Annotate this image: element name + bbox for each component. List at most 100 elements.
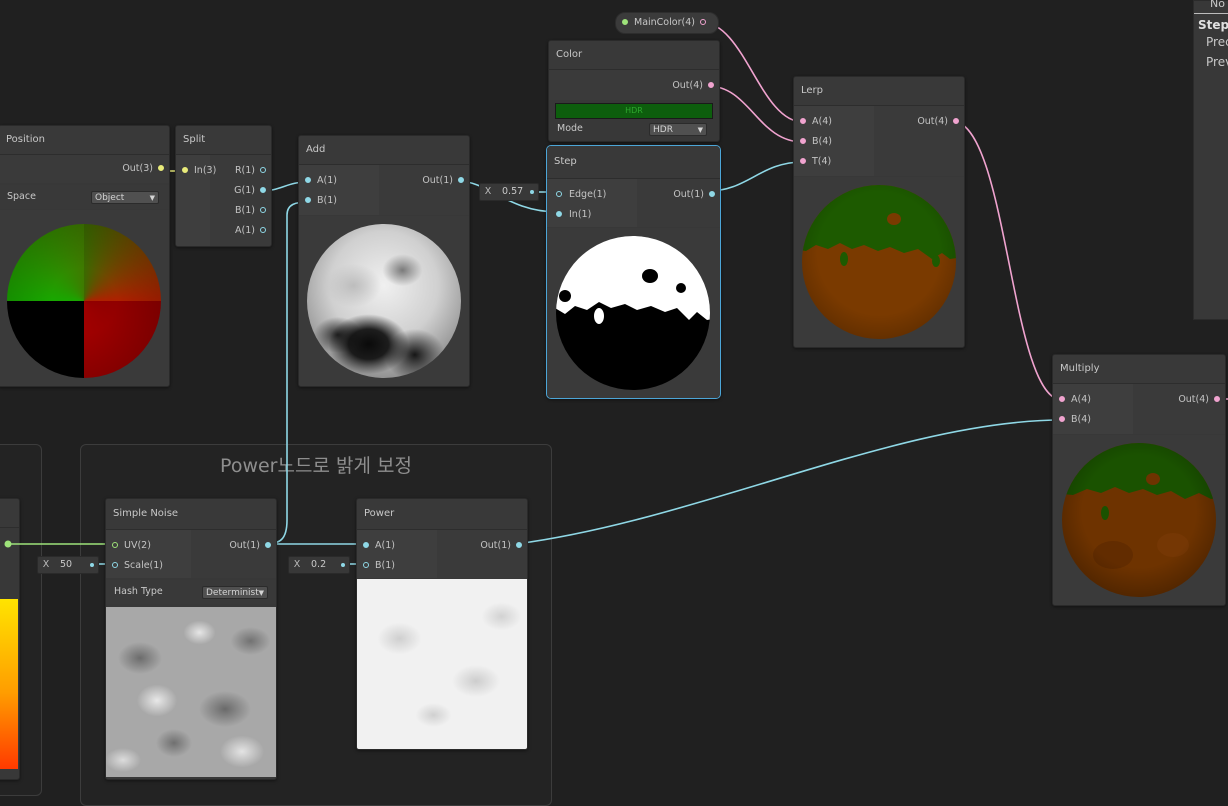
port-label: Out(1) [422, 175, 453, 186]
port-dot[interactable] [1059, 416, 1065, 422]
port-label: Out(1) [480, 540, 511, 551]
step-preview [547, 228, 720, 398]
port-label: R(1) [234, 165, 255, 176]
power-node[interactable]: Power A(1) B(1) Out(1) [356, 498, 528, 750]
inspector-tab[interactable]: No [1210, 0, 1225, 10]
port-dot[interactable] [260, 187, 266, 193]
hash-type-value: Determinist [206, 588, 259, 598]
hash-type-label: Hash Type [114, 586, 163, 597]
add-in-a[interactable]: A(1) [299, 173, 337, 189]
multiply-in-a[interactable]: A(4) [1053, 392, 1091, 408]
step-in-edge[interactable]: Edge(1) [547, 187, 606, 203]
port-dot[interactable] [708, 82, 714, 88]
step-edge-value[interactable]: X 0.57 [479, 183, 539, 201]
port-dot[interactable] [709, 191, 715, 197]
maincolor-property[interactable]: MainColor(4) [615, 12, 719, 34]
multiply-preview [1053, 435, 1225, 605]
inspector-item-precision[interactable]: Prec [1206, 35, 1228, 49]
lerp-out[interactable]: Out(4) [917, 114, 964, 130]
add-preview [299, 216, 469, 386]
port-dot[interactable] [305, 197, 311, 203]
step-node[interactable]: Step Edge(1) In(1) Out(1) [546, 145, 721, 399]
port-label: In(1) [569, 209, 592, 220]
port-dot[interactable] [265, 542, 271, 548]
port-label: B(4) [1071, 414, 1091, 425]
port-dot[interactable] [800, 118, 806, 124]
position-preview [0, 210, 169, 386]
multiply-in-b[interactable]: B(4) [1053, 412, 1091, 428]
lerp-in-t[interactable]: T(4) [794, 154, 831, 170]
port-label: Out(4) [672, 80, 703, 91]
maincolor-label: MainColor(4) [634, 17, 695, 28]
multiply-out[interactable]: Out(4) [1178, 392, 1225, 408]
multiply-preview-sphere [1062, 443, 1216, 597]
noise-out[interactable]: Out(1) [229, 538, 276, 554]
lerp-node[interactable]: Lerp A(4) B(4) T(4) Out(4) [793, 76, 965, 348]
split-out-a[interactable]: A(1) [235, 223, 271, 239]
maincolor-out-port[interactable] [700, 19, 706, 25]
partial-node-title [0, 499, 19, 528]
group-title[interactable]: Power노드로 밝게 보정 [81, 451, 551, 478]
color-node[interactable]: Color Out(4) HDR Mode HDR ▼ [548, 40, 720, 142]
noise-scale-value[interactable]: X 50 [37, 556, 99, 574]
port-dot[interactable] [260, 207, 266, 213]
port-dot[interactable] [1214, 396, 1220, 402]
space-dropdown[interactable]: Object ▼ [91, 191, 159, 204]
port-dot[interactable] [1059, 396, 1065, 402]
position-out-port[interactable]: Out(3) [122, 161, 169, 177]
graph-inspector[interactable]: No Step Prec Prev [1193, 0, 1228, 320]
power-b-value[interactable]: X 0.2 [288, 556, 350, 574]
port-dot[interactable] [158, 165, 164, 171]
split-out-g[interactable]: G(1) [234, 183, 271, 199]
port-dot[interactable] [363, 542, 369, 548]
simple-noise-node[interactable]: Simple Noise UV(2) Scale(1) Out(1) Hash … [105, 498, 277, 780]
add-in-b[interactable]: B(1) [299, 193, 337, 209]
power-in-b[interactable]: B(1) [357, 558, 395, 574]
inspector-item-preview[interactable]: Prev [1206, 55, 1228, 69]
multiply-node[interactable]: Multiply A(4) B(4) Out(4) [1052, 354, 1226, 606]
add-node[interactable]: Add A(1) B(1) Out(1) [298, 135, 470, 387]
port-dot[interactable] [953, 118, 959, 124]
port-dot[interactable] [112, 542, 118, 548]
power-in-a[interactable]: A(1) [357, 538, 395, 554]
split-out-r[interactable]: R(1) [235, 163, 271, 179]
port-dot[interactable] [260, 227, 266, 233]
port-dot[interactable] [516, 542, 522, 548]
port-label: T(4) [812, 156, 832, 167]
port-dot[interactable] [260, 167, 266, 173]
port-dot[interactable] [112, 562, 118, 568]
port-dot[interactable] [458, 177, 464, 183]
port-dot[interactable] [305, 177, 311, 183]
step-out[interactable]: Out(1) [673, 187, 720, 203]
add-out[interactable]: Out(1) [422, 173, 469, 189]
position-node[interactable]: Position Out(3) Space Object ▼ [0, 125, 170, 387]
port-dot[interactable] [556, 191, 562, 197]
split-out-b[interactable]: B(1) [235, 203, 271, 219]
power-out[interactable]: Out(1) [480, 538, 527, 554]
step-node-title: Step [547, 146, 720, 179]
step-in-in[interactable]: In(1) [547, 207, 591, 223]
preview-sphere [307, 224, 461, 378]
partial-node-preview [0, 599, 18, 769]
value-field[interactable]: 0.2 [311, 557, 326, 573]
lerp-in-b[interactable]: B(4) [794, 134, 832, 150]
mode-dropdown[interactable]: HDR ▼ [649, 123, 707, 136]
color-out[interactable]: Out(4) [672, 78, 719, 94]
value-field[interactable]: 50 [60, 557, 72, 573]
port-dot[interactable] [556, 211, 562, 217]
port-dot[interactable] [182, 167, 188, 173]
port-dot[interactable] [800, 158, 806, 164]
step-preview-sphere [556, 236, 710, 390]
port-dot[interactable] [800, 138, 806, 144]
lerp-in-a[interactable]: A(4) [794, 114, 832, 130]
multiply-node-title: Multiply [1053, 355, 1225, 384]
hash-type-dropdown[interactable]: Determinist ▼ [202, 586, 268, 599]
port-label: B(4) [812, 136, 832, 147]
noise-in-scale[interactable]: Scale(1) [106, 558, 163, 574]
split-node[interactable]: Split In(3) R(1) G(1) B(1) A(1) [175, 125, 272, 247]
split-in-port[interactable]: In(3) [176, 163, 216, 179]
value-field[interactable]: 0.57 [502, 184, 523, 200]
noise-in-uv[interactable]: UV(2) [106, 538, 151, 554]
port-dot[interactable] [363, 562, 369, 568]
partial-gradient-node[interactable] [0, 498, 20, 780]
